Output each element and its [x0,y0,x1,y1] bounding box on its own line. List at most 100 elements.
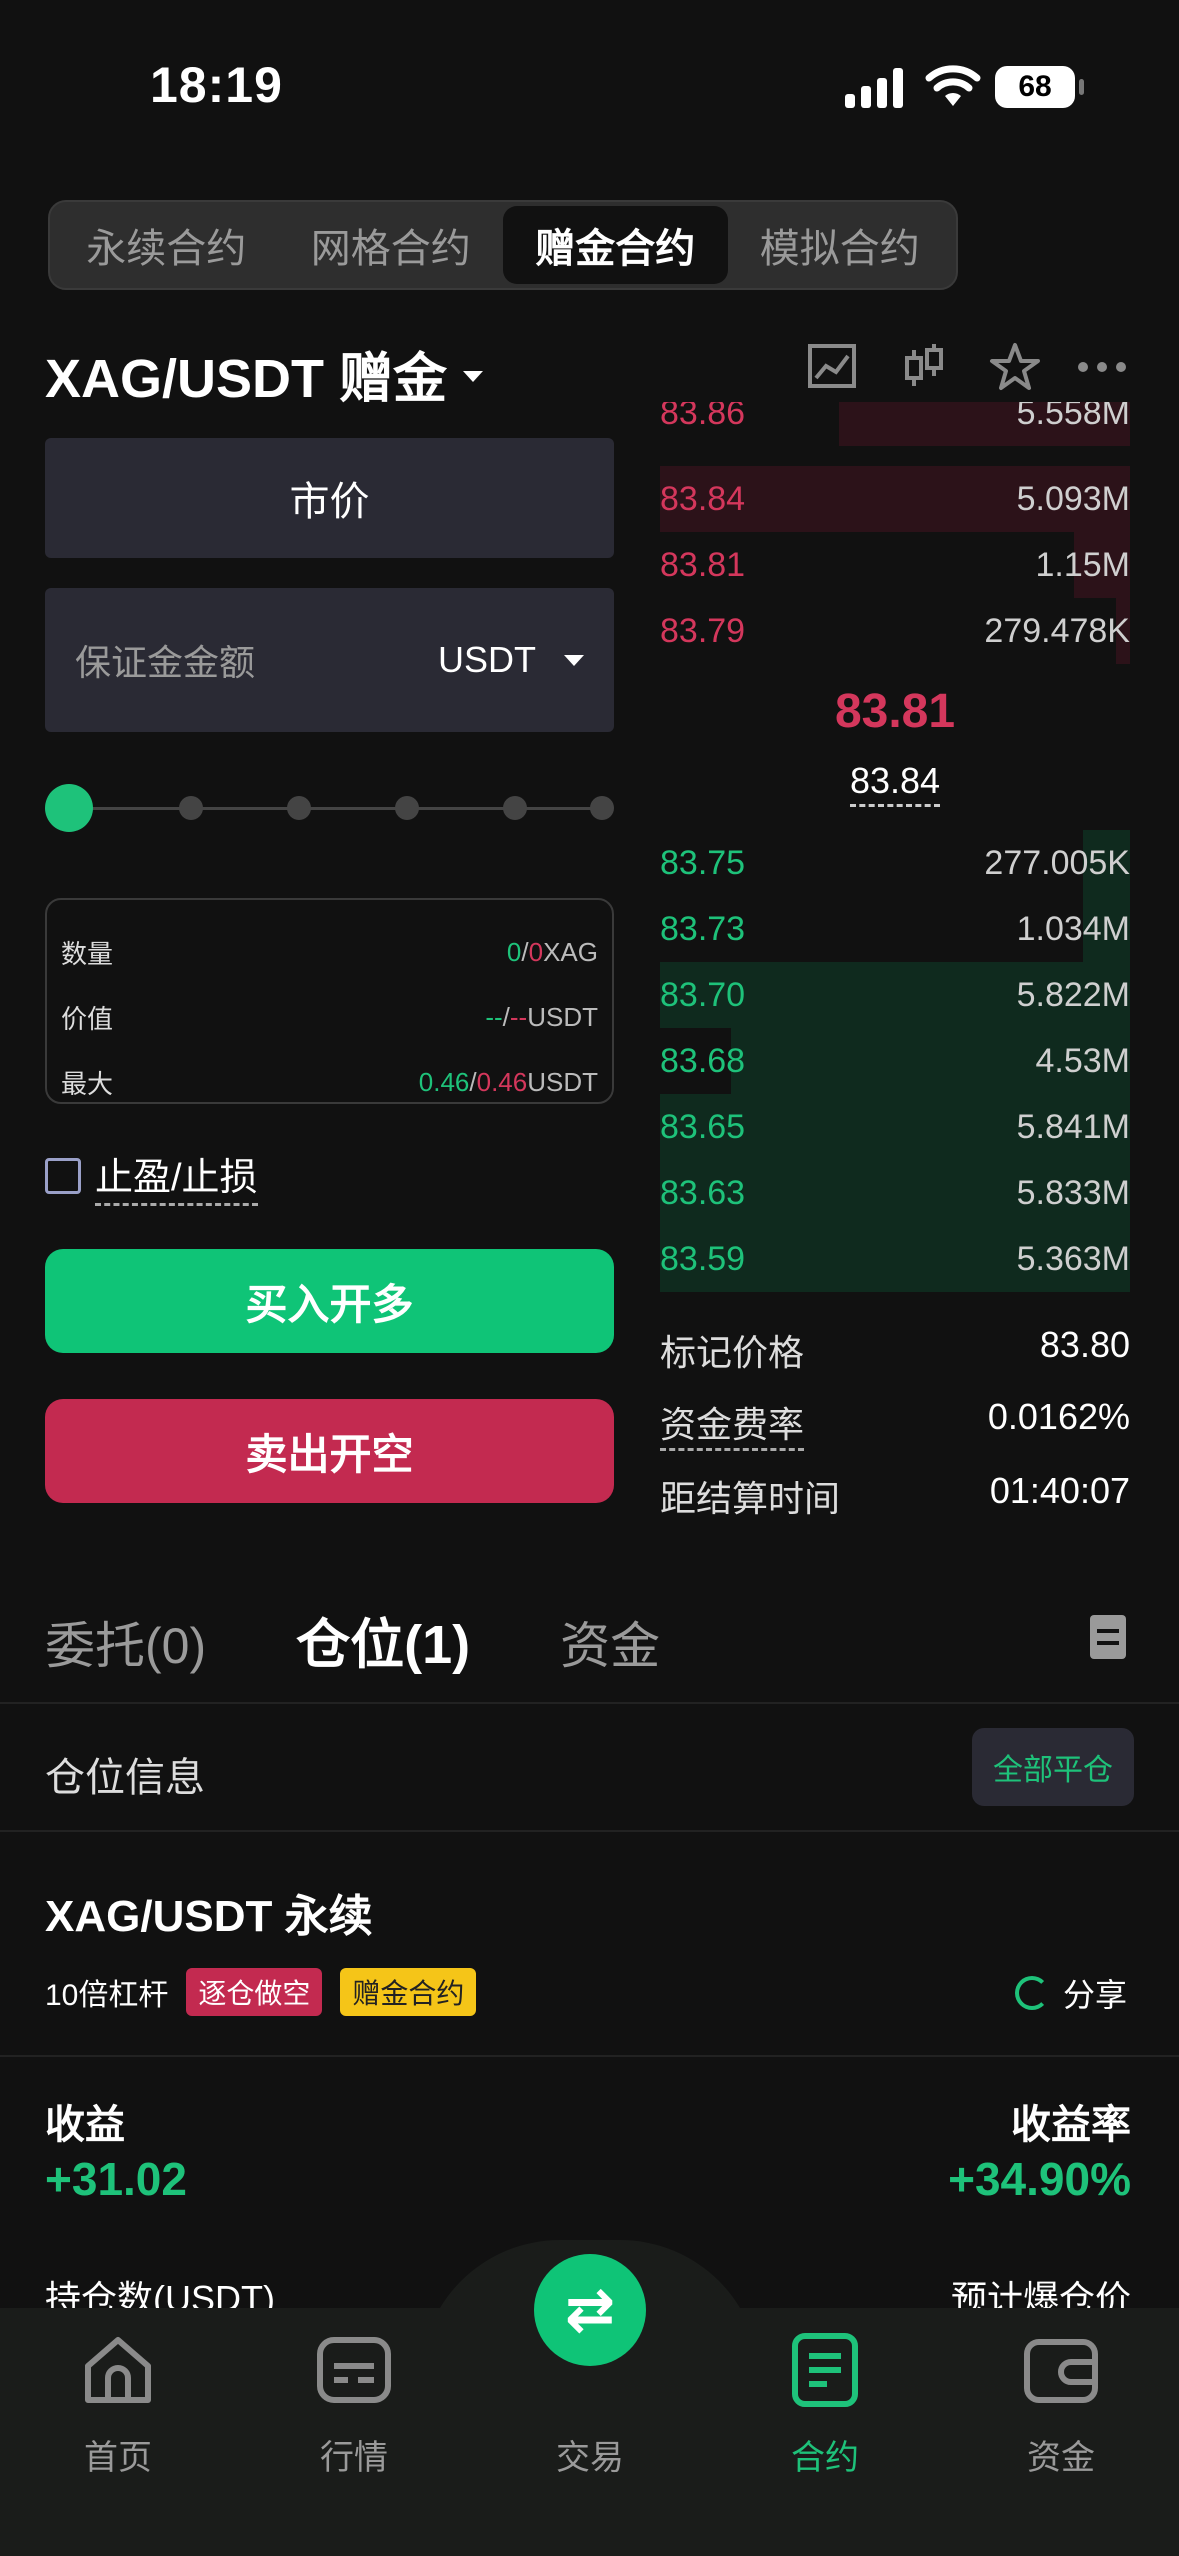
share-button[interactable]: 分享 [1015,1970,1127,2016]
nav-market[interactable]: 行情 [236,2330,472,2479]
slider-step[interactable] [395,796,419,820]
divider [0,1702,1179,1704]
nav-trade-label: 交易 [556,2439,624,2477]
chart-line-icon[interactable] [806,340,860,394]
leverage-slider[interactable] [45,780,614,836]
slider-thumb[interactable] [45,784,93,832]
bid-price: 83.65 [660,1107,746,1146]
share-icon [1015,1976,1049,2010]
bid-price: 83.68 [660,1041,746,1080]
funding-rate-row[interactable]: 资金费率 0.0162% [660,1396,1130,1451]
tab-assets[interactable]: 资金 [560,1606,660,1678]
funding-rate-label[interactable]: 资金费率 [660,1396,805,1451]
side-badge: 逐仓做空 [186,1968,323,2016]
bid-price: 83.59 [660,1239,746,1278]
tab-perpetual[interactable]: 永续合约 [54,206,279,284]
bid-price: 83.73 [660,909,746,948]
ask-qty: 1.15M [1035,545,1131,584]
bid-row[interactable]: 83.75 277.005K [660,830,1130,896]
bid-row[interactable]: 83.73 1.034M [660,896,1130,962]
pnl-label: 收益 [45,2103,125,2147]
ask-price: 83.84 [660,479,746,518]
ask-row[interactable]: 83.81 1.15M [660,532,1130,598]
more-icon[interactable] [1075,340,1129,394]
cellular-signal-icon [845,66,907,108]
nav-contract[interactable]: 合约 [707,2330,943,2479]
market-icon [317,2337,391,2403]
status-time: 18:19 [150,57,283,113]
buy-long-button[interactable]: 买入开多 [45,1249,614,1353]
nav-contract-label: 合约 [791,2439,859,2477]
tab-demo[interactable]: 模拟合约 [728,206,953,284]
tab-grid[interactable]: 网格合约 [279,206,504,284]
pair-selector[interactable]: XAG/USDT 赠金 [45,334,484,413]
max-label: 最大 [61,1069,114,1099]
bid-row[interactable]: 83.63 5.833M [660,1160,1130,1226]
bid-row[interactable]: 83.70 5.822M [660,962,1130,1028]
star-icon[interactable] [988,340,1042,394]
sell-short-button[interactable]: 卖出开空 [45,1399,614,1503]
slider-step[interactable] [590,796,614,820]
roe-value: +34.90% [948,2153,1131,2205]
order-type-selector[interactable]: 市价 [45,438,614,558]
slider-step[interactable] [179,796,203,820]
bid-price: 83.75 [660,843,746,882]
bid-qty: 1.034M [1016,909,1130,948]
nav-wallet-label: 资金 [1027,2439,1095,2477]
tab-orders[interactable]: 委托(0) [45,1606,206,1678]
order-info-box: 数量 0/0XAG 价值 --/--USDT 最大 0.46/0.46USDT [45,898,614,1104]
swap-icon[interactable]: ⇄ [534,2254,646,2366]
info-row-value: 价值 --/--USDT [61,985,598,1050]
value-value: --/--USDT [485,1002,598,1032]
ask-row[interactable]: 83.86 5.558M [660,402,1130,446]
ask-price: 83.79 [660,611,746,650]
settlement-row: 距结算时间 01:40:07 [660,1470,1130,1522]
bid-row[interactable]: 83.68 4.53M [660,1028,1130,1094]
mark-price-mid[interactable]: 83.84 [660,760,1130,807]
tpsl-checkbox[interactable]: 止盈/止损 [45,1146,258,1206]
settlement-countdown: 01:40:07 [989,1470,1130,1511]
pair-name: XAG/USDT 赠金 [45,349,448,409]
qty-label: 数量 [61,939,114,969]
position-symbol[interactable]: XAG/USDT 永续 [45,1880,373,1944]
margin-amount-input[interactable]: 保证金金额 USDT [45,588,614,732]
ask-row[interactable]: 83.79 279.478K [660,598,1130,664]
caret-down-icon [463,371,484,382]
caret-down-icon[interactable] [564,654,584,666]
contract-icon [792,2333,858,2407]
bid-row[interactable]: 83.65 5.841M [660,1094,1130,1160]
slider-step[interactable] [287,796,311,820]
candlestick-icon[interactable] [898,340,952,394]
mark-price-row: 标记价格 83.80 [660,1324,1130,1376]
bid-price: 83.70 [660,975,746,1014]
nav-trade[interactable]: 交易 [472,2430,708,2479]
document-icon[interactable] [1090,1615,1126,1659]
bid-row[interactable]: 83.59 5.363M [660,1226,1130,1292]
contract-type-badge: 赠金合约 [340,1968,477,2016]
bid-qty: 5.833M [1016,1173,1130,1212]
ask-price: 83.86 [660,402,746,432]
tab-positions[interactable]: 仓位(1) [296,1600,470,1679]
battery-icon: 68 [995,66,1084,108]
nav-market-label: 行情 [320,2439,388,2477]
orders-tabs: 委托(0) 仓位(1) 资金 [45,1600,660,1679]
roe-label: 收益率 [1011,2103,1131,2147]
slider-step[interactable] [503,796,527,820]
qty-value: 0/0XAG [506,937,598,967]
checkbox-icon[interactable] [45,1158,81,1194]
margin-placeholder: 保证金金额 [75,642,256,683]
pnl-value: +31.02 [45,2153,187,2205]
nav-home[interactable]: 首页 [0,2330,236,2479]
leverage-label: 10倍杠杆 [45,1979,169,2012]
value-label: 价值 [61,1004,114,1034]
margin-unit-selector[interactable]: USDT [438,639,536,681]
nav-wallet[interactable]: 资金 [943,2330,1179,2479]
divider [0,1830,1179,1832]
nav-home-label: 首页 [84,2439,152,2477]
close-all-button[interactable]: 全部平仓 [972,1728,1134,1806]
ask-row[interactable]: 83.84 5.093M [660,466,1130,532]
settlement-label: 距结算时间 [660,1478,841,1519]
mark-price-label: 标记价格 [660,1332,805,1373]
tab-bonus[interactable]: 赠金合约 [503,206,728,284]
positions-section-title: 仓位信息 [45,1756,205,1800]
